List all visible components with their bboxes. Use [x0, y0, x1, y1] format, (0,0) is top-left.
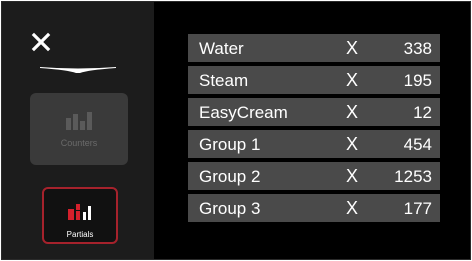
counter-separator: X: [346, 198, 359, 218]
counter-name: Group 2: [199, 167, 261, 186]
counter-name: Group 1: [199, 135, 261, 154]
counter-name: Steam: [199, 71, 249, 90]
counter-row: EasyCream X 12: [188, 98, 440, 126]
bar-chart-icon: [66, 112, 92, 130]
counter-row: Group 1 X 454: [188, 130, 440, 158]
counter-value: 1253: [394, 167, 432, 186]
counters-list: Water X 338 Steam X 195 EasyCream X 12 G…: [188, 34, 440, 226]
close-button[interactable]: [30, 31, 52, 53]
counter-separator: X: [346, 38, 359, 58]
bar-chart-icon: [68, 204, 91, 220]
counter-name: Water: [199, 39, 244, 58]
counters-button[interactable]: Counters: [30, 93, 128, 165]
partials-label: Partials: [66, 230, 94, 239]
counter-row: Water X 338: [188, 34, 440, 62]
divider-ornament: [40, 67, 116, 73]
counter-name: EasyCream: [199, 103, 288, 122]
counter-separator: X: [346, 70, 359, 90]
counter-value: 338: [403, 39, 432, 58]
counters-label: Counters: [60, 138, 98, 148]
close-icon: [31, 32, 51, 52]
counter-separator: X: [346, 134, 359, 154]
counter-value: 454: [403, 135, 432, 154]
counter-row: Group 3 X 177: [188, 194, 440, 222]
counter-value: 177: [403, 199, 432, 218]
counter-value: 195: [403, 71, 432, 90]
app-screen: Counters Partials Water X 338 Steam X 19…: [1, 1, 471, 260]
sidebar: Counters Partials: [2, 2, 154, 259]
counter-row: Group 2 X 1253: [188, 162, 440, 190]
counter-row: Steam X 195: [188, 66, 440, 94]
counter-separator: X: [346, 166, 359, 186]
partials-button[interactable]: Partials: [42, 187, 118, 244]
counter-value: 12: [413, 103, 432, 122]
counter-name: Group 3: [199, 199, 261, 218]
counter-separator: X: [346, 102, 359, 122]
